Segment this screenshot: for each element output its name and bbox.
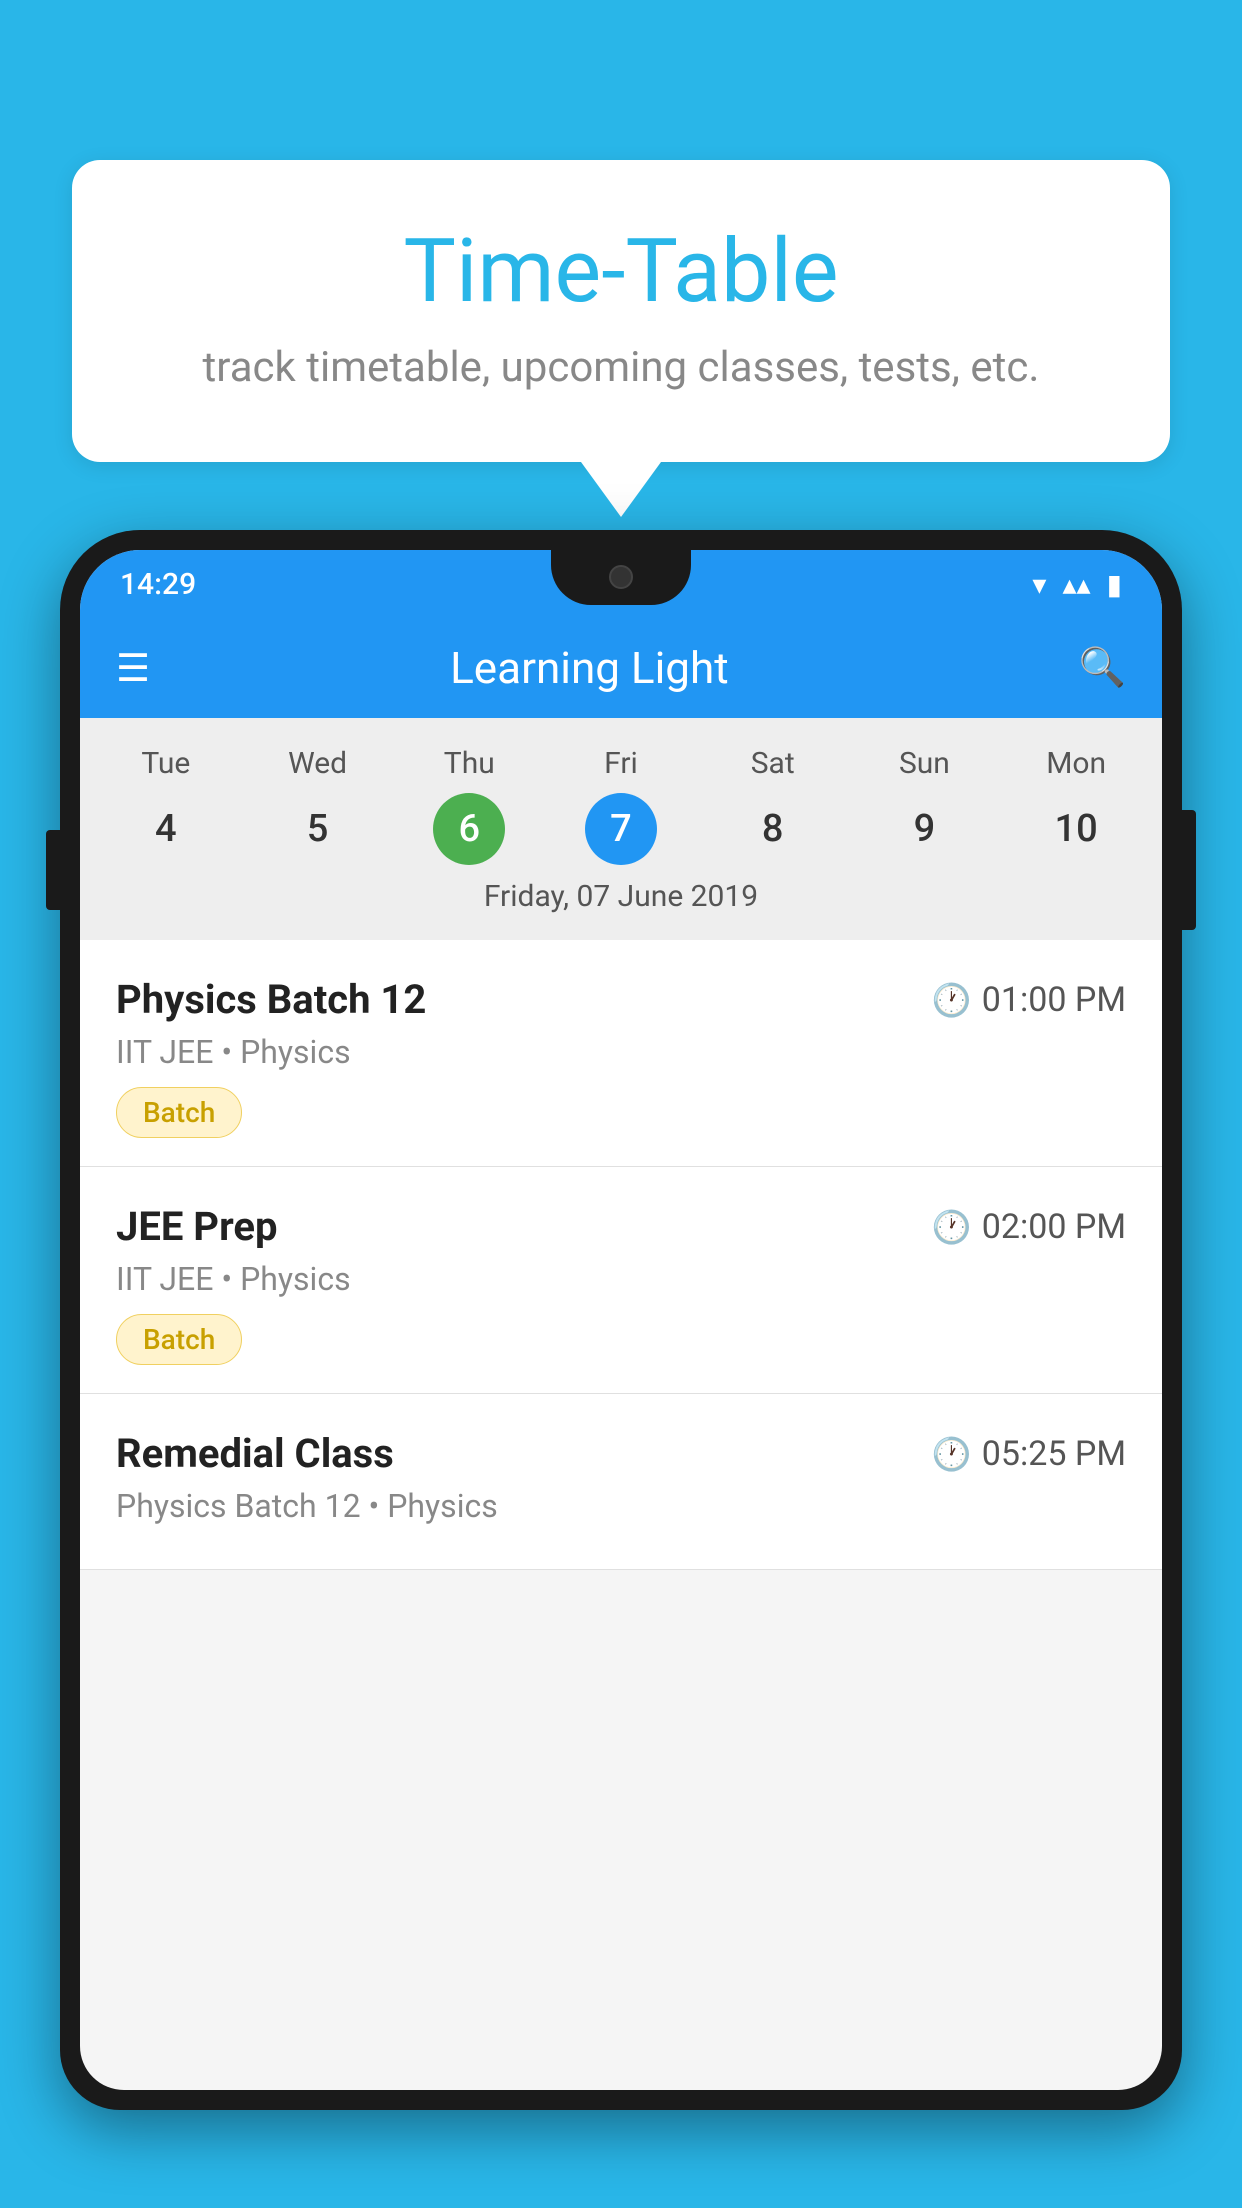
signal-icon: ▴▴ <box>1062 568 1090 601</box>
status-icons: ▾ ▴▴ ▮ <box>1032 568 1122 601</box>
phone-container: 14:29 ▾ ▴▴ ▮ ☰ Learning Light 🔍 Tue Wed … <box>60 530 1182 2208</box>
day-7-selected[interactable]: 7 <box>585 793 657 865</box>
item-2-title: JEE Prep <box>116 1203 277 1250</box>
schedule-list: Physics Batch 12 🕐 01:00 PM IIT JEE • Ph… <box>80 940 1162 1570</box>
camera <box>609 565 633 589</box>
day-10[interactable]: 10 <box>1000 793 1152 865</box>
day-6-today[interactable]: 6 <box>433 793 505 865</box>
item-2-time: 🕐 02:00 PM <box>932 1207 1126 1247</box>
day-8[interactable]: 8 <box>697 793 849 865</box>
day-label-fri: Fri <box>545 738 697 789</box>
day-4[interactable]: 4 <box>90 793 242 865</box>
clock-icon-2: 🕐 <box>932 1208 972 1246</box>
speech-bubble: Time-Table track timetable, upcoming cla… <box>72 160 1170 462</box>
day-label-sun: Sun <box>849 738 1001 789</box>
speech-bubble-section: Time-Table track timetable, upcoming cla… <box>72 160 1170 517</box>
wifi-icon: ▾ <box>1032 568 1046 601</box>
bubble-arrow <box>581 462 661 517</box>
item-3-title: Remedial Class <box>116 1430 394 1477</box>
bubble-subtitle: track timetable, upcoming classes, tests… <box>152 343 1090 392</box>
battery-icon: ▮ <box>1107 568 1122 601</box>
day-label-tue: Tue <box>90 738 242 789</box>
app-bar: ☰ Learning Light 🔍 <box>80 618 1162 718</box>
day-5[interactable]: 5 <box>242 793 394 865</box>
item-1-title: Physics Batch 12 <box>116 976 426 1023</box>
day-label-sat: Sat <box>697 738 849 789</box>
phone-outer: 14:29 ▾ ▴▴ ▮ ☰ Learning Light 🔍 Tue Wed … <box>60 530 1182 2110</box>
item-3-subtitle: Physics Batch 12 • Physics <box>116 1487 1126 1525</box>
day-label-mon: Mon <box>1000 738 1152 789</box>
item-2-subtitle: IIT JEE • Physics <box>116 1260 1126 1298</box>
day-numbers: 4 5 6 7 8 9 10 <box>80 793 1162 865</box>
bubble-title: Time-Table <box>152 220 1090 323</box>
item-3-time: 🕐 05:25 PM <box>932 1434 1126 1474</box>
notch <box>551 550 691 605</box>
day-label-thu: Thu <box>393 738 545 789</box>
schedule-item-1[interactable]: Physics Batch 12 🕐 01:00 PM IIT JEE • Ph… <box>80 940 1162 1167</box>
clock-icon-1: 🕐 <box>932 981 972 1019</box>
item-1-header: Physics Batch 12 🕐 01:00 PM <box>116 976 1126 1023</box>
day-labels: Tue Wed Thu Fri Sat Sun Mon <box>80 738 1162 789</box>
calendar-strip: Tue Wed Thu Fri Sat Sun Mon 4 5 6 7 8 9 … <box>80 718 1162 940</box>
day-9[interactable]: 9 <box>849 793 1001 865</box>
item-2-badge: Batch <box>116 1314 242 1365</box>
clock-icon-3: 🕐 <box>932 1435 972 1473</box>
day-label-wed: Wed <box>242 738 394 789</box>
selected-date: Friday, 07 June 2019 <box>80 865 1162 930</box>
item-2-header: JEE Prep 🕐 02:00 PM <box>116 1203 1126 1250</box>
item-1-badge: Batch <box>116 1087 242 1138</box>
phone-screen: 14:29 ▾ ▴▴ ▮ ☰ Learning Light 🔍 Tue Wed … <box>80 550 1162 2090</box>
app-title: Learning Light <box>130 642 1049 694</box>
item-1-time: 🕐 01:00 PM <box>932 980 1126 1020</box>
schedule-item-2[interactable]: JEE Prep 🕐 02:00 PM IIT JEE • Physics Ba… <box>80 1167 1162 1394</box>
status-bar: 14:29 ▾ ▴▴ ▮ <box>80 550 1162 618</box>
status-time: 14:29 <box>120 567 196 602</box>
search-icon[interactable]: 🔍 <box>1079 646 1126 690</box>
schedule-item-3[interactable]: Remedial Class 🕐 05:25 PM Physics Batch … <box>80 1394 1162 1570</box>
item-1-subtitle: IIT JEE • Physics <box>116 1033 1126 1071</box>
item-3-header: Remedial Class 🕐 05:25 PM <box>116 1430 1126 1477</box>
